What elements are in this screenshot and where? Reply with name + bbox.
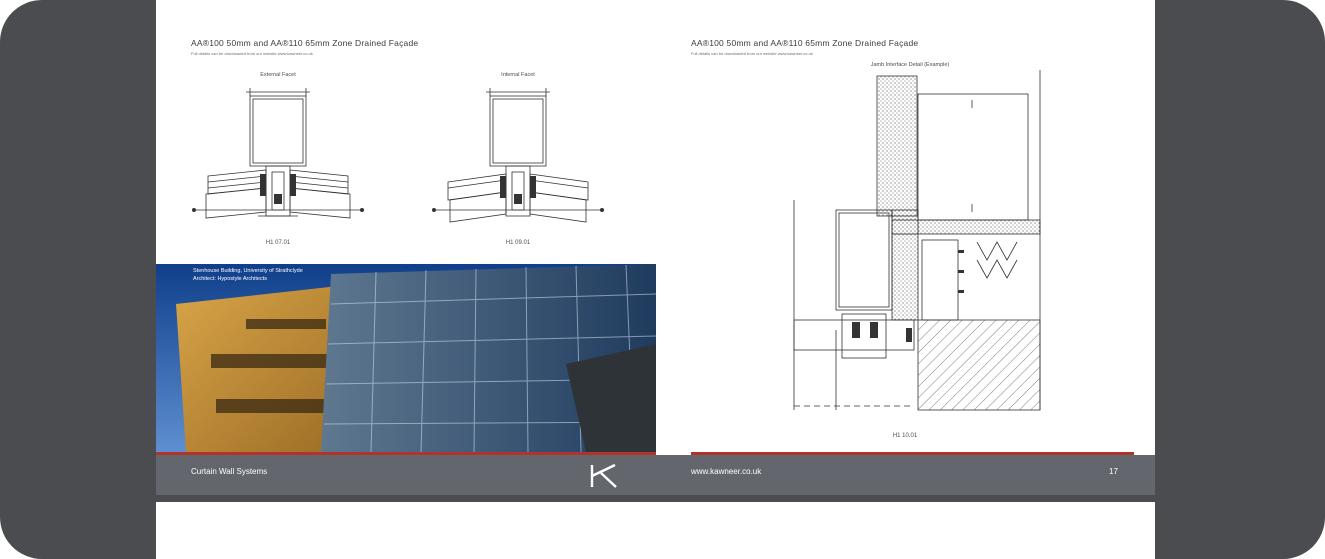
footer-website: www.kawneer.co.uk [691,467,762,476]
building-photo [156,264,656,452]
right-page-subtitle: Full details can be downloaded from our … [691,51,813,56]
footer-section-title: Curtain Wall Systems [191,467,268,476]
next-page-preview [156,502,1155,559]
internal-facet-caption: Internal Facet [501,72,535,78]
internal-facet-ref: H1 09.01 [505,240,531,246]
kawneer-k-logo-icon [590,463,617,488]
jamb-detail-caption: Jamb Interface Detail (Example) [870,62,950,68]
right-page-title: AA®100 50mm and AA®110 65mm Zone Drained… [691,38,919,48]
photo-caption-building: Stenhouse Building, University of Strath… [193,268,303,274]
jamb-interface-drawing [793,70,1041,411]
internal-facet-drawing [432,88,604,223]
external-facet-caption: External Facet [260,72,296,78]
external-facet-drawing [192,88,364,219]
jamb-detail-ref: H1 10.01 [892,433,918,439]
left-page-subtitle: Full details can be downloaded from our … [191,51,313,56]
page-number: 17 [1109,467,1118,476]
left-page-title: AA®100 50mm and AA®110 65mm Zone Drained… [191,38,419,48]
page-footer [156,455,1155,495]
external-facet-ref: H1 07.01 [265,240,291,246]
photo-caption-architect: Architect: Hypostyle Architects [193,276,267,282]
